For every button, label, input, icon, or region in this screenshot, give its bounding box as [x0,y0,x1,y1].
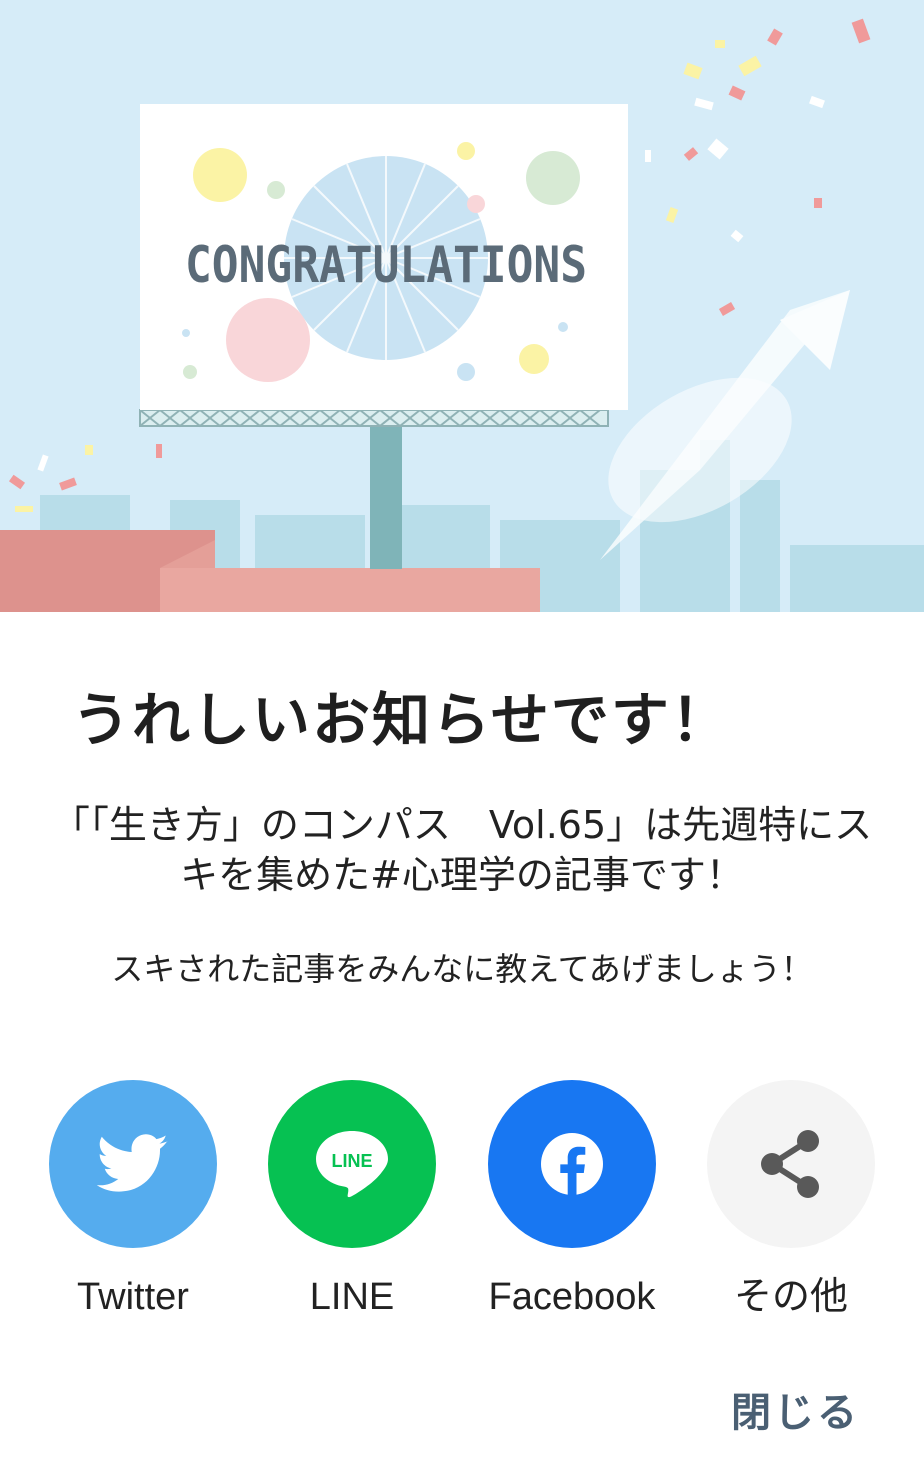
congratulations-illustration: CONGRATULATIONS [0,0,924,612]
facebook-share-button[interactable]: Facebook [462,1080,682,1322]
billboard-text: CONGRATULATIONS [185,236,587,294]
twitter-bird-icon [97,1134,168,1192]
twitter-label: Twitter [77,1276,189,1318]
share-buttons: Twitter LINE LINE Facebook その他 [0,1080,924,1330]
facebook-f-icon [541,1133,603,1196]
other-circle[interactable] [707,1080,875,1248]
line-label: LINE [309,1276,395,1318]
twitter-circle[interactable] [49,1080,217,1248]
line-logo-text: LINE [331,1151,372,1171]
dialog-prompt: スキされた記事をみんなに教えてあげましょう！ [111,950,813,988]
line-share-button[interactable]: LINE LINE [242,1080,462,1322]
facebook-circle[interactable] [488,1080,656,1248]
line-logo-icon: LINE [316,1131,388,1198]
other-label: その他 [733,1276,848,1318]
dialog-message: 「「生き方」のコンパス Vol.65」は先週特にスキを集めた#心理学の記事です！ [51,803,873,897]
twitter-share-button[interactable]: Twitter [23,1080,243,1322]
line-circle[interactable]: LINE [268,1080,436,1248]
other-share-button[interactable]: その他 [681,1080,901,1322]
share-icon [761,1130,819,1198]
close-button[interactable]: 閉じる [731,1380,860,1438]
dialog-title: うれしいお知らせです！ [72,686,731,754]
facebook-label: Facebook [488,1276,656,1318]
